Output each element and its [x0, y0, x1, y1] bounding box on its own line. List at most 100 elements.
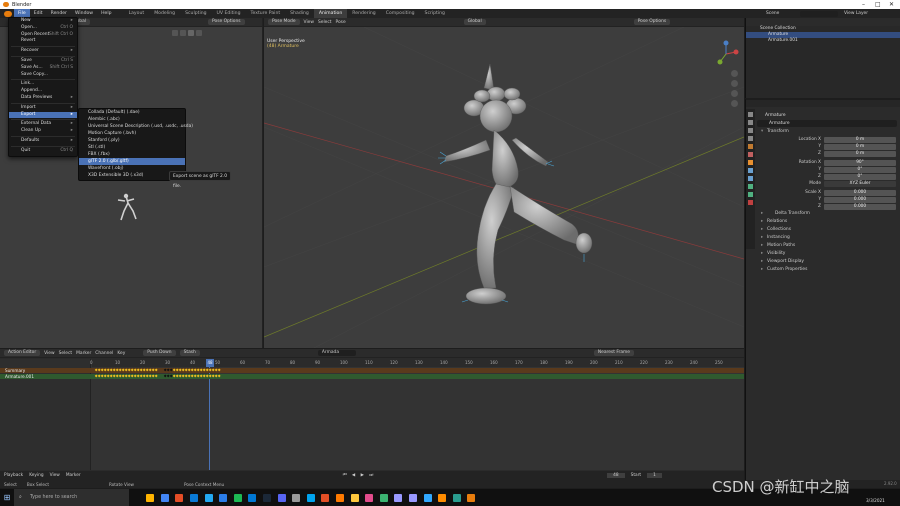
file-save[interactable]: Save Ctrl S: [9, 58, 77, 65]
pan-hand-icon[interactable]: [731, 80, 738, 87]
keyframe-diamond[interactable]: [154, 368, 158, 372]
current-frame-field[interactable]: 48: [607, 473, 625, 478]
tab-sculpting[interactable]: Sculpting: [180, 9, 211, 18]
editor-mode-dropdown[interactable]: Action Editor: [4, 350, 41, 356]
file-quit[interactable]: Quit Ctrl Q: [9, 148, 77, 155]
after-effects-icon[interactable]: [394, 493, 403, 502]
file-open[interactable]: Open... Ctrl O: [9, 25, 77, 32]
file-revert[interactable]: Revert: [9, 38, 77, 45]
keyframe-diamond[interactable]: [217, 374, 221, 378]
spotify-icon[interactable]: [233, 493, 242, 502]
playback-menu[interactable]: Playback: [4, 473, 23, 478]
menu-help[interactable]: Help: [97, 9, 115, 18]
playback-controls[interactable]: ⏮ ◀ ▶ ⏭: [343, 473, 375, 478]
file-save-as[interactable]: Save As... Shift Ctrl S: [9, 65, 77, 72]
custom-properties-panel-header[interactable]: Custom Properties: [757, 266, 897, 274]
orientation-dropdown[interactable]: Global: [463, 19, 486, 25]
pose-options-dropdown[interactable]: Pose Options: [633, 19, 671, 25]
tab-shading[interactable]: Shading: [285, 9, 314, 18]
export-collada[interactable]: Collada (Default) (.dae): [79, 109, 185, 116]
export-ply[interactable]: Stanford (.ply): [79, 137, 185, 144]
app-icon[interactable]: [365, 493, 374, 502]
export-gltf[interactable]: glTF 2.0 (.glb/.gltf): [79, 158, 185, 165]
location-x-field[interactable]: 0 m: [824, 136, 896, 143]
render-tab-icon[interactable]: [748, 120, 753, 125]
stash-button[interactable]: Stash: [179, 350, 200, 356]
collections-panel-header[interactable]: Collections: [757, 226, 897, 234]
data-tab-icon[interactable]: [748, 192, 753, 197]
rotation-z-field[interactable]: 0°: [824, 173, 896, 180]
shading-wire-icon[interactable]: [172, 30, 178, 36]
scale-x-field[interactable]: 0.000: [824, 189, 896, 196]
file-append[interactable]: Append...: [9, 88, 77, 95]
viewport-menu-view[interactable]: View: [304, 20, 314, 25]
file-recover[interactable]: Recover ▸: [9, 48, 77, 55]
tab-texture-paint[interactable]: Texture Paint: [246, 9, 286, 18]
taskbar-search-input[interactable]: ⌕ Type here to search: [14, 489, 129, 506]
object-name-field[interactable]: Armature: [757, 112, 897, 119]
explorer-icon[interactable]: [146, 493, 155, 502]
chrome-icon[interactable]: [160, 493, 169, 502]
push-down-button[interactable]: Push Down: [143, 350, 176, 356]
app-icon[interactable]: [321, 493, 330, 502]
rotation-mode-dropdown[interactable]: XYZ Euler: [824, 180, 896, 187]
visibility-panel-header[interactable]: Visibility: [757, 250, 897, 258]
snapping-dropdown[interactable]: Nearest Frame: [593, 350, 635, 356]
steam-icon[interactable]: [263, 493, 272, 502]
file-link[interactable]: Link...: [9, 81, 77, 88]
transform-panel-header[interactable]: Transform: [757, 128, 897, 136]
shading-render-icon[interactable]: [196, 30, 202, 36]
scale-y-field[interactable]: 0.000: [824, 196, 896, 203]
shading-material-icon[interactable]: [188, 30, 194, 36]
tab-modeling[interactable]: Modeling: [149, 9, 180, 18]
timeline-marker-menu[interactable]: Marker: [66, 473, 81, 478]
main-3d-viewport[interactable]: Pose Mode View Select Pose Global Pose O…: [264, 18, 744, 348]
viewport-display-panel-header[interactable]: Viewport Display: [757, 258, 897, 266]
scene-search-input[interactable]: [800, 10, 838, 17]
keying-menu[interactable]: Keying: [29, 473, 43, 478]
close-button[interactable]: ✕: [889, 0, 894, 9]
discord-icon[interactable]: [277, 493, 286, 502]
export-alembic[interactable]: Alembic (.abc): [79, 116, 185, 123]
start-frame-field[interactable]: 1: [647, 473, 662, 478]
modifier-tab-icon[interactable]: [748, 168, 753, 173]
export-fbx[interactable]: FBX (.fbx): [79, 151, 185, 158]
tab-rendering[interactable]: Rendering: [347, 9, 380, 18]
app-icon[interactable]: [438, 493, 447, 502]
object-data-field[interactable]: Armature: [757, 120, 897, 127]
physics-tab-icon[interactable]: [748, 176, 753, 181]
app-icon[interactable]: [306, 493, 315, 502]
viewport-menu-select[interactable]: Select: [318, 20, 332, 25]
file-data-previews[interactable]: Data Previews ▸: [9, 95, 77, 102]
grid-toggle-icon[interactable]: [731, 100, 738, 107]
outlook-icon[interactable]: [190, 493, 199, 502]
file-open-recent[interactable]: Open Recent Shift Ctrl O: [9, 32, 77, 39]
app-icon[interactable]: [219, 493, 228, 502]
file-external-data[interactable]: External Data ▸: [9, 121, 77, 128]
tool-tab-icon[interactable]: [748, 112, 753, 117]
vscode-icon[interactable]: [204, 493, 213, 502]
premiere-icon[interactable]: [408, 493, 417, 502]
relations-panel-header[interactable]: Relations: [757, 218, 897, 226]
tab-uv-editing[interactable]: UV Editing: [212, 9, 246, 18]
app-icon[interactable]: [350, 493, 359, 502]
character-model[interactable]: [424, 58, 604, 318]
zoom-icon[interactable]: [731, 70, 738, 77]
scale-z-field[interactable]: 0.000: [824, 203, 896, 210]
timeline-ruler[interactable]: 0 10 20 30 40 50 60 70 80 90 100 110 120 130 140 150 160…: [90, 359, 744, 367]
delta-transform-header[interactable]: Delta Transform: [757, 210, 897, 218]
location-z-field[interactable]: 0 m: [824, 150, 896, 157]
file-defaults[interactable]: Defaults ▸: [9, 138, 77, 145]
keyframes-row[interactable]: [92, 368, 222, 380]
brave-icon[interactable]: [175, 493, 184, 502]
dope-menu-select[interactable]: Select: [59, 351, 73, 356]
location-y-field[interactable]: 0 m: [824, 143, 896, 150]
dope-menu-channel[interactable]: Channel: [95, 351, 113, 356]
blender-taskbar-icon[interactable]: [467, 493, 476, 502]
blender-menu-icon[interactable]: [4, 10, 12, 17]
world-tab-icon[interactable]: [748, 152, 753, 157]
file-export[interactable]: Export ▸: [9, 111, 77, 119]
camera-view-icon[interactable]: [731, 90, 738, 97]
app-icon[interactable]: [336, 493, 345, 502]
current-frame-indicator[interactable]: 48: [206, 359, 214, 367]
